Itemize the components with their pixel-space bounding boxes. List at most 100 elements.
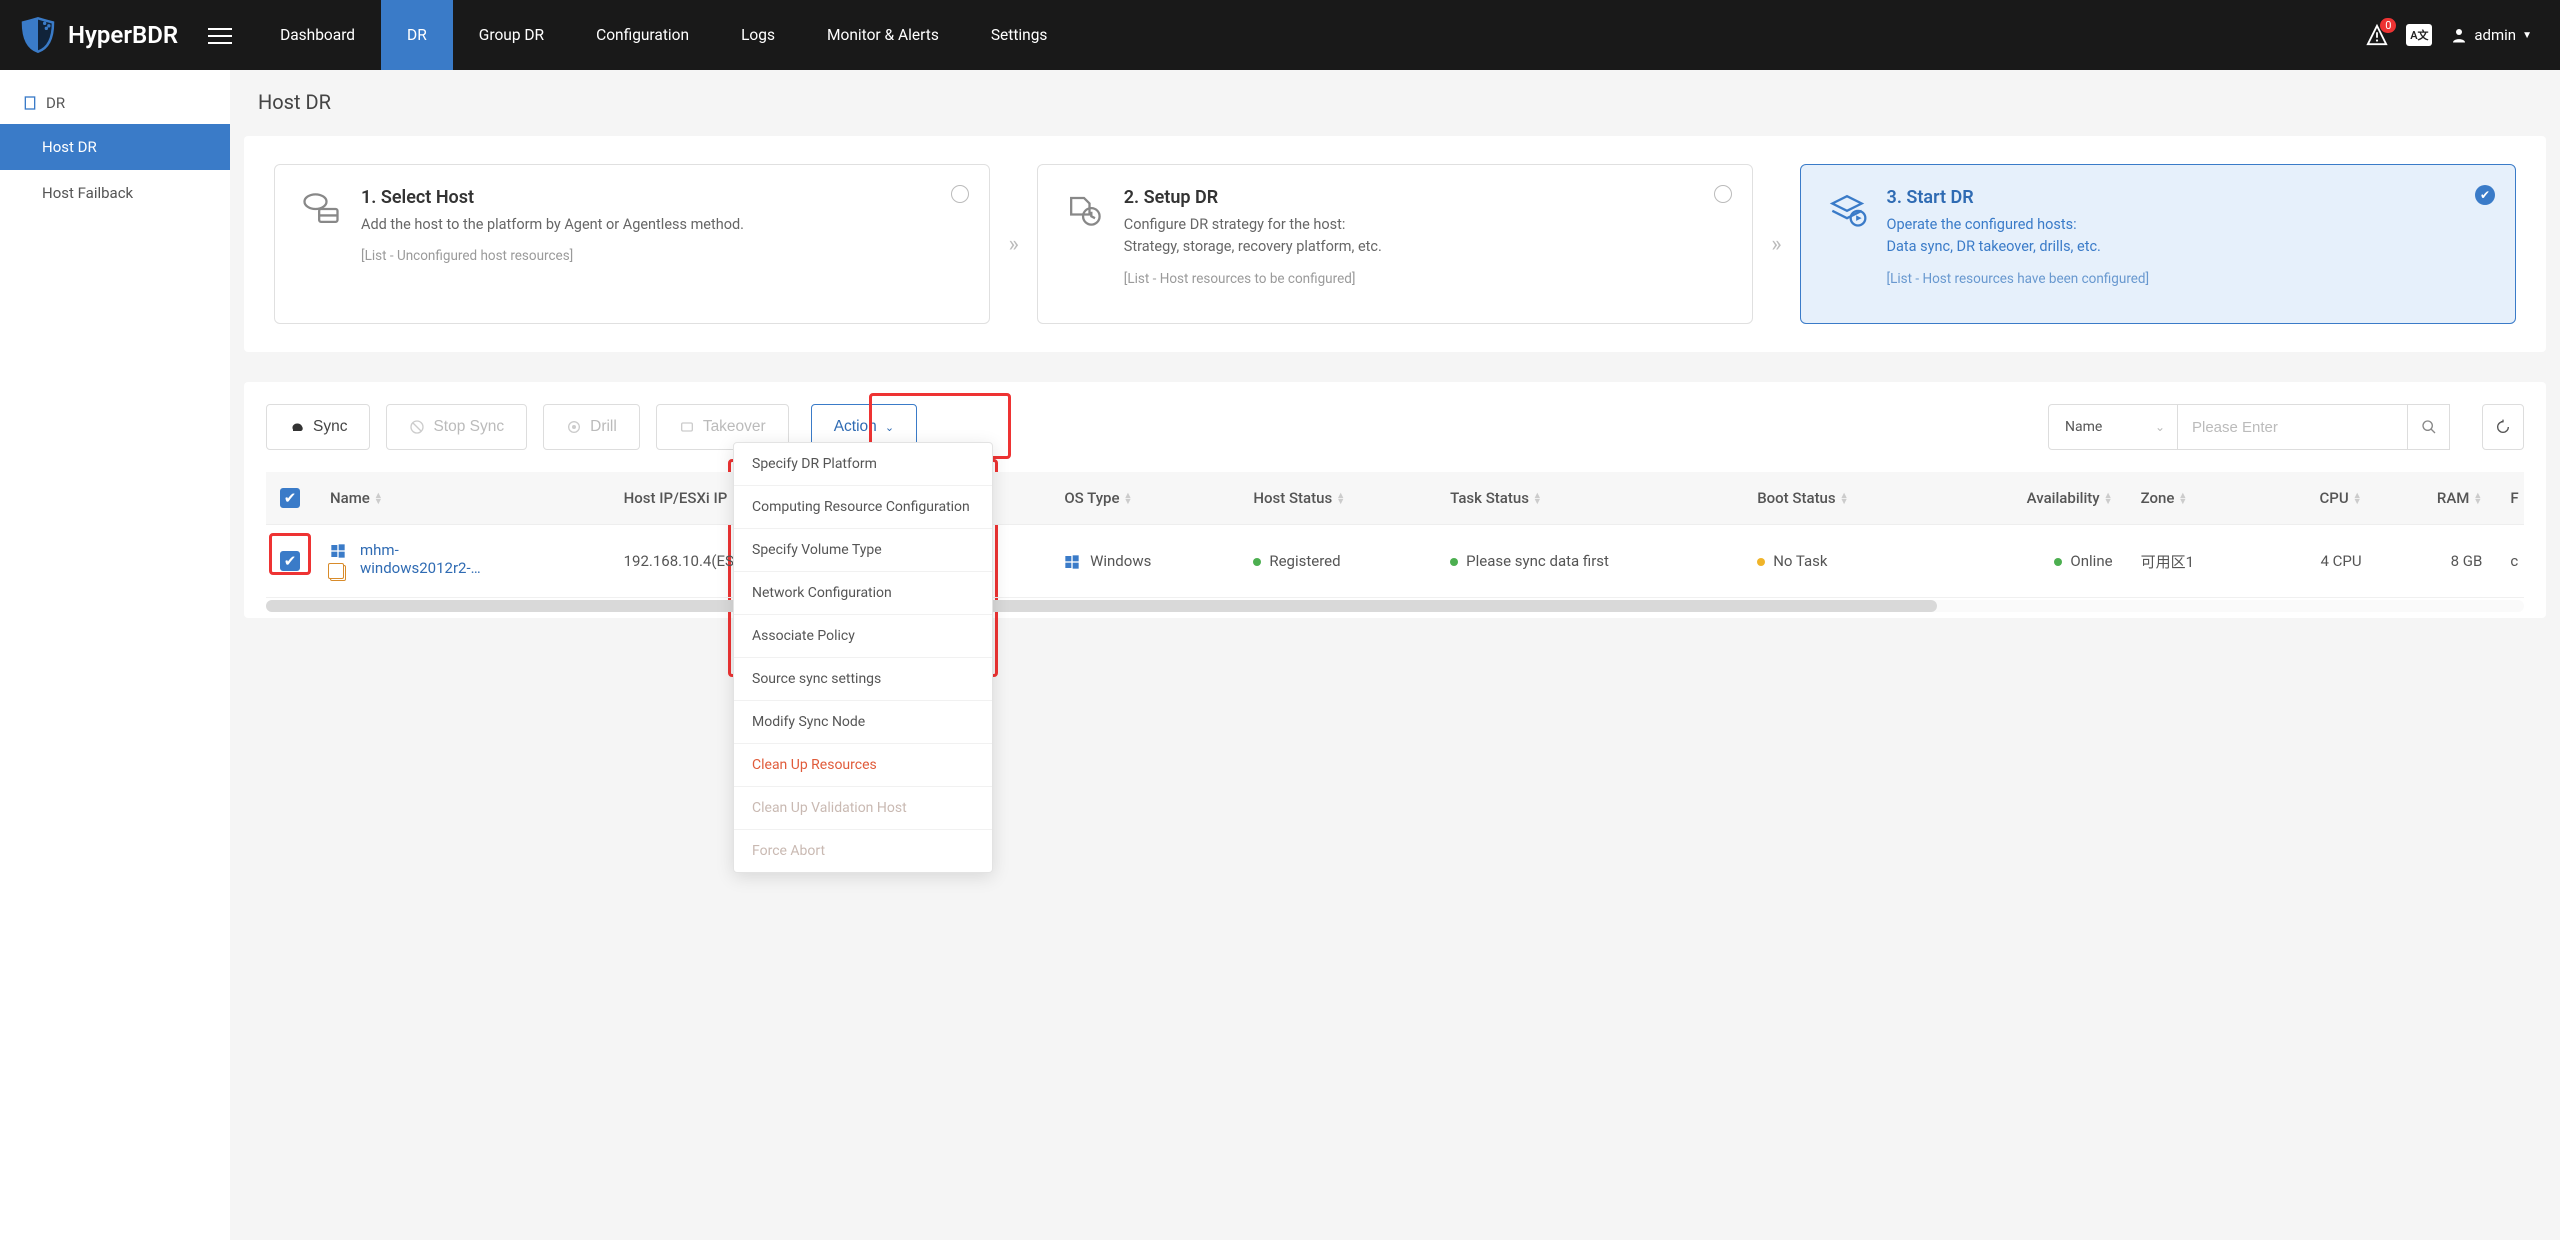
cell-os-type: Windows: [1050, 525, 1239, 598]
col-host-ip[interactable]: Host IP/ESXi IP: [624, 489, 728, 507]
step-setup-dr[interactable]: 2. Setup DR Configure DR strategy for th…: [1037, 164, 1753, 324]
drill-button[interactable]: Drill: [543, 404, 640, 450]
cell-boot-status: No Task: [1743, 525, 1939, 598]
filter-input[interactable]: [2178, 404, 2408, 450]
main: Host DR 1. Select Host Add the host to t…: [230, 70, 2560, 1240]
step-select-host[interactable]: 1. Select Host Add the host to the platf…: [274, 164, 990, 324]
nav-right: 0 A文 admin ▼: [2366, 24, 2560, 46]
os-type-label: Windows: [1090, 552, 1151, 570]
sort-icon: ▲▼: [1840, 493, 1849, 505]
sidebar-section-dr: DR: [0, 82, 230, 124]
nav-logs[interactable]: Logs: [715, 0, 801, 70]
host-table: ✔ Name▲▼ Host IP/ESXi IP▲▼ d Type▲▼ OS T…: [266, 472, 2524, 598]
host-name-line2: windows2012r2-…: [360, 559, 481, 577]
sort-icon: ▲▼: [2178, 493, 2187, 505]
steps-card: 1. Select Host Add the host to the platf…: [244, 136, 2546, 352]
action-menu-item[interactable]: Specify DR Platform: [734, 443, 992, 486]
sync-button[interactable]: Sync: [266, 404, 370, 450]
vmware-icon: [330, 565, 346, 581]
shield-icon: [18, 15, 58, 55]
host-status-label: Registered: [1269, 552, 1340, 570]
stop-sync-button[interactable]: Stop Sync: [386, 404, 527, 450]
nav-items: Dashboard DR Group DR Configuration Logs…: [254, 0, 1073, 70]
task-status-label: Please sync data first: [1466, 552, 1609, 570]
sort-icon: ▲▼: [2353, 493, 2362, 505]
col-task-status[interactable]: Task Status: [1450, 489, 1529, 507]
sort-icon: ▲▼: [1336, 493, 1345, 505]
step-check-icon: ✔: [2475, 185, 2495, 205]
col-name[interactable]: Name: [330, 489, 370, 507]
stop-sync-label: Stop Sync: [433, 418, 504, 436]
col-availability[interactable]: Availability: [2027, 489, 2100, 507]
sort-icon: ▲▼: [1124, 493, 1133, 505]
action-menu-item[interactable]: Specify Volume Type: [734, 529, 992, 572]
filter-field-select[interactable]: Name ⌄: [2048, 404, 2178, 450]
refresh-button[interactable]: [2482, 404, 2524, 450]
cell-task-status: Please sync data first: [1436, 525, 1743, 598]
filter-field-label: Name: [2065, 419, 2102, 435]
col-cpu[interactable]: CPU: [2320, 489, 2349, 507]
action-menu-item[interactable]: Network Configuration: [734, 572, 992, 615]
windows-icon: [330, 543, 346, 559]
horizontal-scrollbar[interactable]: [266, 600, 2524, 612]
cell-zone: 可用区1: [2127, 525, 2261, 598]
alert-bell-icon[interactable]: 0: [2366, 24, 2388, 46]
action-menu-item[interactable]: Computing Resource Configuration: [734, 486, 992, 529]
search-button[interactable]: [2408, 404, 2450, 450]
top-nav: HyperBDR Dashboard DR Group DR Configura…: [0, 0, 2560, 70]
config-icon: [1062, 187, 1106, 231]
col-host-status[interactable]: Host Status: [1253, 489, 1332, 507]
step-desc: Operate the configured hosts: Data sync,…: [1887, 214, 2150, 259]
step-title: 2. Setup DR: [1124, 187, 1382, 208]
nav-group-dr[interactable]: Group DR: [453, 0, 570, 70]
action-menu-item[interactable]: Modify Sync Node: [734, 701, 992, 744]
table-row[interactable]: ✔ mhm-: [266, 525, 2524, 598]
action-menu-item[interactable]: Clean Up Resources: [734, 744, 992, 787]
sort-icon: ▲▼: [374, 493, 383, 505]
cell-host-status: Registered: [1239, 525, 1436, 598]
scrollbar-thumb[interactable]: [266, 600, 1937, 612]
chevron-down-icon: ⌄: [885, 421, 894, 434]
nav-dr[interactable]: DR: [381, 0, 453, 70]
step-list: [List - Host resources to be configured]: [1124, 271, 1382, 287]
nav-monitor-alerts[interactable]: Monitor & Alerts: [801, 0, 965, 70]
host-name-line1: mhm-: [360, 541, 399, 559]
cloud-sync-icon: [289, 419, 305, 435]
col-os-type[interactable]: OS Type: [1064, 489, 1119, 507]
action-menu-item: Clean Up Validation Host: [734, 787, 992, 830]
brand-text: HyperBDR: [68, 21, 178, 49]
page-title: Host DR: [244, 70, 2546, 136]
select-all-checkbox[interactable]: ✔: [280, 488, 300, 508]
sidebar-item-host-dr[interactable]: Host DR: [0, 124, 230, 170]
status-dot-icon: [1450, 558, 1458, 566]
nav-configuration[interactable]: Configuration: [570, 0, 715, 70]
col-zone[interactable]: Zone: [2141, 489, 2175, 507]
user-menu[interactable]: admin ▼: [2450, 26, 2532, 44]
alert-badge: 0: [2380, 18, 2396, 33]
step-start-dr[interactable]: 3. Start DR Operate the configured hosts…: [1800, 164, 2516, 324]
action-menu-item[interactable]: Source sync settings: [734, 658, 992, 701]
col-f[interactable]: F: [2510, 489, 2518, 507]
availability-label: Online: [2070, 552, 2112, 570]
action-menu-item[interactable]: Associate Policy: [734, 615, 992, 658]
col-ram[interactable]: RAM: [2437, 489, 2470, 507]
host-name-cell[interactable]: mhm- windows2012r2-…: [330, 541, 596, 581]
language-toggle[interactable]: A文: [2406, 24, 2432, 46]
user-icon: [2450, 26, 2468, 44]
chevron-down-icon: ▼: [2522, 30, 2532, 41]
windows-icon: [1064, 554, 1080, 570]
nav-settings[interactable]: Settings: [965, 0, 1074, 70]
cell-last: c: [2496, 525, 2524, 598]
row-checkbox[interactable]: ✔: [280, 551, 300, 571]
action-dropdown: Specify DR PlatformComputing Resource Co…: [733, 442, 993, 873]
chevron-right-icon: »: [1761, 232, 1791, 257]
nav-dashboard[interactable]: Dashboard: [254, 0, 381, 70]
takeover-label: Takeover: [703, 418, 766, 436]
action-label: Action: [834, 418, 877, 436]
col-boot-status[interactable]: Boot Status: [1757, 489, 1835, 507]
sync-label: Sync: [313, 418, 347, 436]
hamburger-icon[interactable]: [208, 23, 232, 47]
takeover-icon: [679, 419, 695, 435]
sidebar-item-host-failback[interactable]: Host Failback: [0, 170, 230, 216]
refresh-icon: [2495, 419, 2511, 435]
